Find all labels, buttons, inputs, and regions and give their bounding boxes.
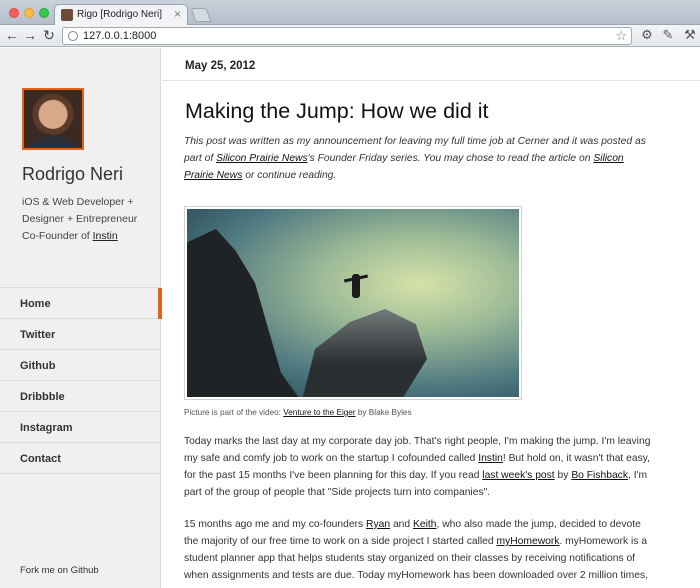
post-image xyxy=(184,206,522,400)
url-text[interactable]: 127.0.0.1:8000 xyxy=(83,30,156,42)
paragraph-text: by xyxy=(557,470,569,481)
myhomework-link[interactable]: myHomework xyxy=(497,536,560,547)
cliff-jump-photo xyxy=(187,209,519,397)
sidebar-item-contact[interactable]: Contact xyxy=(0,443,161,474)
tab-close-icon[interactable]: × xyxy=(174,7,181,21)
new-tab-button[interactable] xyxy=(190,8,212,22)
sidebar-item-github[interactable]: Github xyxy=(0,350,161,381)
caption-text: by Blake Byles xyxy=(357,408,412,417)
favicon-icon xyxy=(61,9,73,21)
right-rock xyxy=(301,309,427,397)
close-window-button[interactable] xyxy=(9,8,19,18)
fork-github-link[interactable]: Fork me on Github xyxy=(20,565,99,576)
sidebar: Rodrigo Neri iOS & Web Developer + Desig… xyxy=(0,48,162,588)
zoom-window-button[interactable] xyxy=(39,8,49,18)
jumper-figure xyxy=(352,274,360,298)
intro-text: 's Founder Friday series. You may chose … xyxy=(307,153,591,164)
bio-cofounder-text: Co-Founder of xyxy=(22,230,90,242)
author-name: Rodrigo Neri xyxy=(22,164,124,184)
tab-title: Rigo [Rodrigo Neri] xyxy=(77,9,163,20)
wrench-menu-icon[interactable]: ⚒ xyxy=(682,27,698,43)
browser-toolbar: ← → ↻ 127.0.0.1:8000 ☆ ⚙ ✎ ⚒ xyxy=(0,25,700,47)
extension-gear-icon[interactable]: ⚙ xyxy=(639,27,655,43)
sidebar-item-twitter[interactable]: Twitter xyxy=(0,319,161,350)
sidebar-item-instagram[interactable]: Instagram xyxy=(0,412,161,443)
avatar xyxy=(22,88,84,150)
ryan-link[interactable]: Ryan xyxy=(366,519,390,530)
globe-icon xyxy=(68,31,78,41)
date-bar: May 25, 2012 xyxy=(162,48,700,81)
last-weeks-post-link[interactable]: last week's post xyxy=(482,470,554,481)
post-title: Making the Jump: How we did it xyxy=(185,99,489,123)
instin-link[interactable]: Instin xyxy=(93,230,118,242)
left-cliff xyxy=(187,229,307,397)
post-date: May 25, 2012 xyxy=(185,60,256,72)
silicon-prairie-news-link[interactable]: Silicon Prairie News xyxy=(216,153,308,164)
minimize-window-button[interactable] xyxy=(24,8,34,18)
caption-text: Picture is part of the video: xyxy=(184,408,281,417)
sidebar-nav: Home Twitter Github Dribbble Instagram C… xyxy=(0,287,162,474)
post-intro: This post was written as my announcement… xyxy=(184,133,654,184)
browser-tab-bar: Rigo [Rodrigo Neri] × xyxy=(0,0,700,25)
bio-line: iOS & Web Developer + xyxy=(22,196,134,208)
forward-arrow-icon[interactable]: → xyxy=(22,27,38,43)
intro-text: or continue reading. xyxy=(245,170,337,181)
browser-tab[interactable]: Rigo [Rodrigo Neri] × xyxy=(54,4,188,25)
post-paragraph: Today marks the last day at my corporate… xyxy=(184,433,654,501)
bio-line: Designer + Entrepreneur xyxy=(22,213,138,225)
address-bar[interactable]: 127.0.0.1:8000 ☆ xyxy=(62,27,632,45)
extension-pen-icon[interactable]: ✎ xyxy=(660,27,676,43)
venture-eiger-link[interactable]: Venture to the Eiger xyxy=(283,408,355,417)
main-content: May 25, 2012 Making the Jump: How we did… xyxy=(162,48,700,588)
back-arrow-icon[interactable]: ← xyxy=(4,27,20,43)
avatar-shirt xyxy=(30,136,76,148)
bookmark-star-icon[interactable]: ☆ xyxy=(615,28,627,44)
paragraph-text: and xyxy=(392,519,411,530)
sidebar-item-dribbble[interactable]: Dribbble xyxy=(0,381,161,412)
bio-line: Co-Founder of Instin xyxy=(22,228,152,245)
keith-link[interactable]: Keith xyxy=(413,519,436,530)
instin-link[interactable]: Instin xyxy=(478,453,503,464)
reload-icon[interactable]: ↻ xyxy=(41,27,57,43)
sidebar-item-home[interactable]: Home xyxy=(0,288,162,319)
image-caption: Picture is part of the video: Venture to… xyxy=(184,408,412,417)
paragraph-text: 15 months ago me and my co-founders xyxy=(184,519,364,530)
bo-fishback-link[interactable]: Bo Fishback xyxy=(571,470,628,481)
author-bio: iOS & Web Developer + Designer + Entrepr… xyxy=(22,194,152,245)
post-paragraph: 15 months ago me and my co-founders Ryan… xyxy=(184,516,654,584)
